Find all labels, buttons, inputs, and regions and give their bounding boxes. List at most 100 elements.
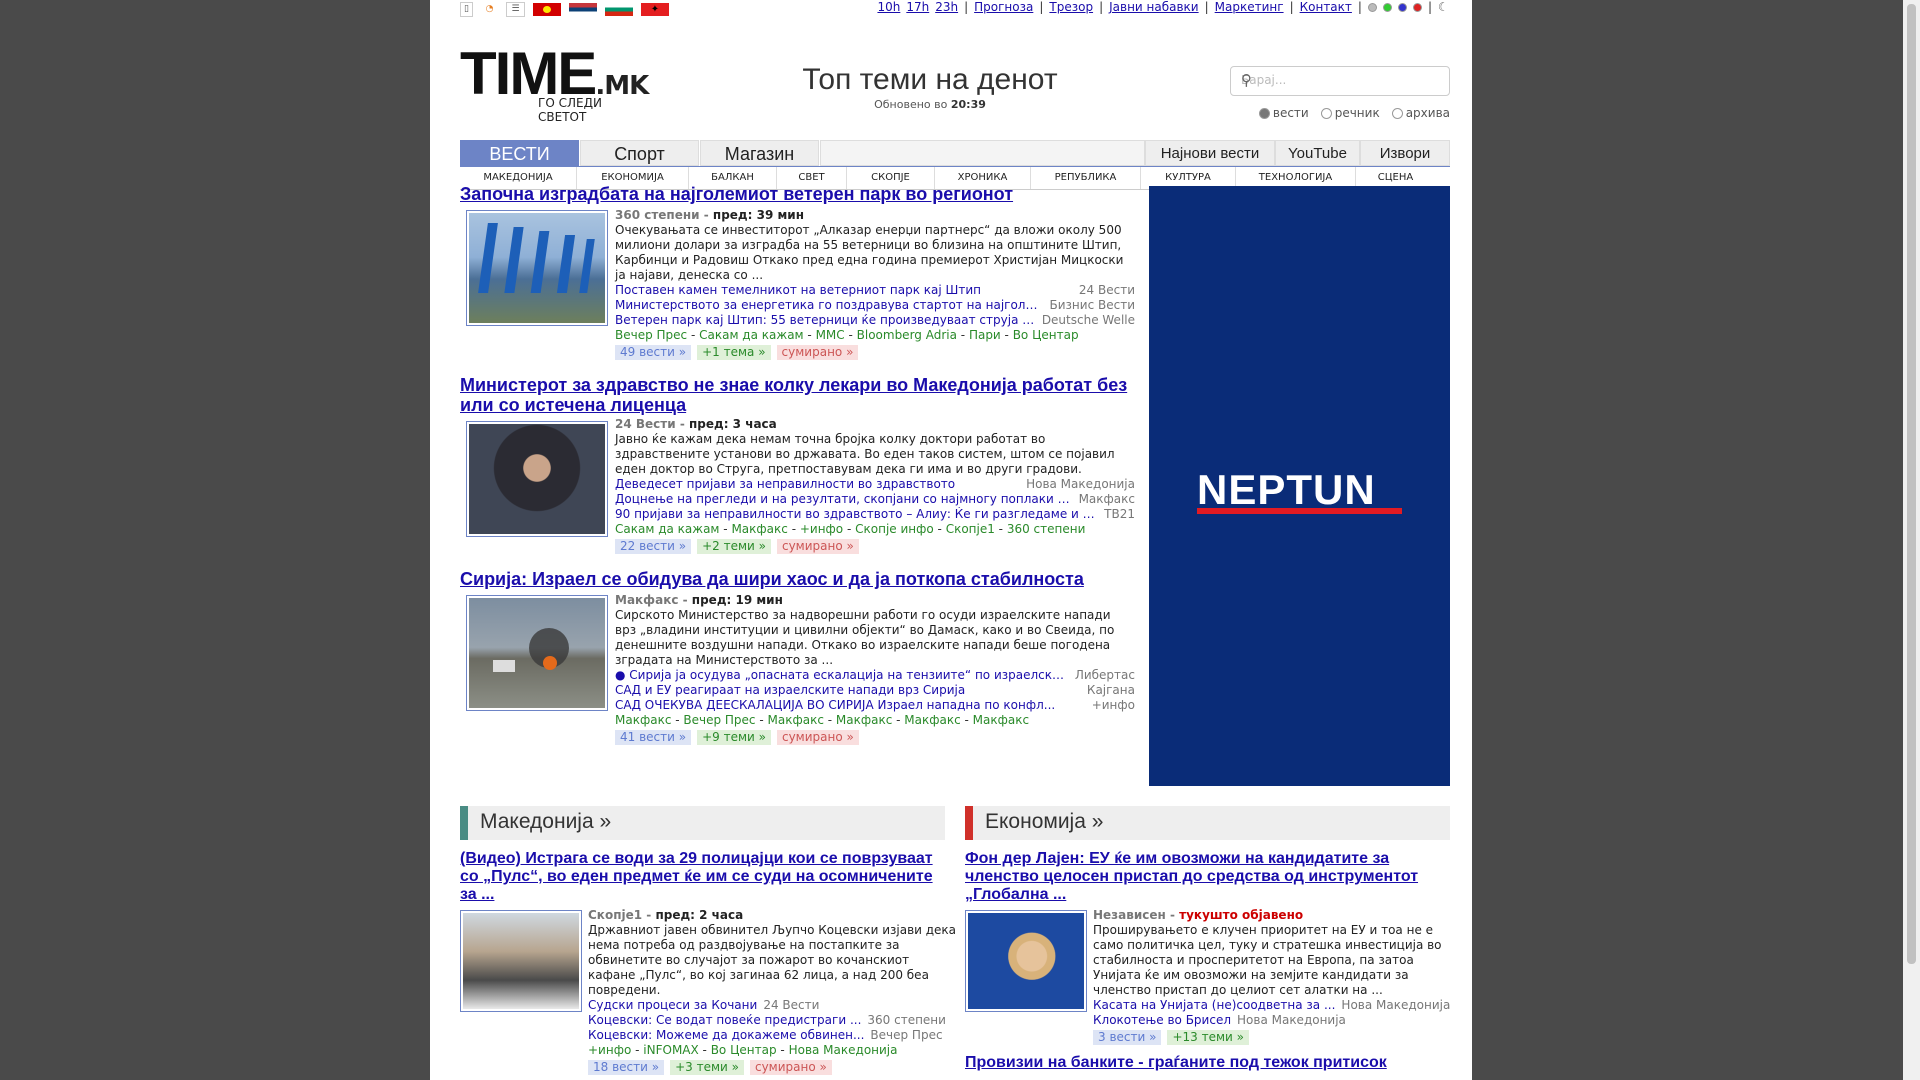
radio-button[interactable] <box>1320 107 1332 119</box>
dark-mode-icon[interactable]: ☾ <box>1438 1 1450 13</box>
story-source[interactable]: 24 Вести <box>615 417 676 431</box>
source-link[interactable]: Вечер Прес <box>615 328 687 342</box>
tab-sport[interactable]: Спорт <box>580 140 699 166</box>
site-logo[interactable]: TIME.MK ГО СЛЕДИ СВЕТОТ <box>460 44 649 125</box>
flag-albania-icon[interactable]: ✦ <box>641 3 669 16</box>
radio-dictionary[interactable]: речник <box>1320 106 1380 120</box>
link-23h[interactable]: 23h <box>935 0 958 14</box>
link-forecast[interactable]: Прогноза <box>974 0 1033 14</box>
source-link[interactable]: Макфакс <box>731 522 787 536</box>
news-count-badge[interactable]: 41 вести » <box>615 730 692 745</box>
summary-badge[interactable]: сумирано » <box>776 730 859 745</box>
source-link[interactable]: Во Центар <box>1013 328 1079 342</box>
source-link[interactable]: Макфакс <box>836 713 892 727</box>
rss-icon[interactable]: ◔ <box>481 3 498 16</box>
related-link[interactable]: Ветерен парк кај Штип: 55 ветерници ќе п… <box>615 313 1036 328</box>
source-link[interactable]: Нова Македонија <box>789 1043 898 1057</box>
tab-news[interactable]: ВЕСТИ <box>460 140 579 166</box>
section-title[interactable]: Економија » <box>985 810 1103 834</box>
scrollbar-thumb[interactable] <box>1907 4 1916 964</box>
story-thumbnail[interactable] <box>466 210 608 326</box>
source-link[interactable]: Во Центар <box>711 1043 777 1057</box>
link-contact[interactable]: Контакт <box>1300 0 1352 14</box>
source-link[interactable]: +инфо <box>588 1043 631 1057</box>
story-headline[interactable]: Министерот за здравство не знае колку ле… <box>460 375 1130 415</box>
source-link[interactable]: Сакам да кажам <box>699 328 803 342</box>
source-link[interactable]: +инфо <box>800 522 843 536</box>
source-link[interactable]: iNFOMAX <box>643 1043 698 1057</box>
color-dot-blue[interactable] <box>1397 2 1407 12</box>
source-link[interactable]: Скопје инфо <box>855 522 934 536</box>
source-link[interactable]: Пари <box>969 328 1001 342</box>
story-source[interactable]: 360 степени <box>615 208 700 222</box>
related-link[interactable]: Клокотење во Брисел <box>1093 1013 1231 1028</box>
source-link[interactable]: Макфакс <box>768 713 824 727</box>
link-marketing[interactable]: Маркетинг <box>1215 0 1284 14</box>
topics-badge[interactable]: +3 теми » <box>670 1060 744 1075</box>
summary-badge[interactable]: сумирано » <box>776 539 859 554</box>
section-source[interactable]: Скопје1 <box>588 908 642 922</box>
story-thumbnail[interactable] <box>466 595 608 711</box>
source-link[interactable]: Bloomberg Adria <box>857 328 957 342</box>
topics-badge[interactable]: +2 теми » <box>697 539 771 554</box>
related-link[interactable]: Коцевски: Можеме да докажеме обвинен... <box>588 1028 864 1043</box>
mobile-icon[interactable]: ▯ <box>460 2 473 17</box>
section-headline[interactable]: (Видео) Истрага се води за 29 полицајци … <box>460 850 945 904</box>
color-dot-grey[interactable] <box>1367 2 1377 12</box>
link-procurement[interactable]: Јавни набавки <box>1109 0 1199 14</box>
advertisement-banner[interactable]: NEPTUN <box>1149 186 1450 786</box>
source-link[interactable]: Сакам да кажам <box>615 522 719 536</box>
section-header[interactable]: Македонија » <box>460 806 945 840</box>
topics-badge[interactable]: +1 тема » <box>697 345 771 360</box>
source-link[interactable]: Макфакс <box>615 713 671 727</box>
radio-archive[interactable]: архива <box>1391 106 1450 120</box>
source-link[interactable]: Вечер Прес <box>683 713 755 727</box>
color-dot-red[interactable] <box>1412 2 1422 12</box>
related-link[interactable]: 90 пријави за неправилности во здравство… <box>615 507 1098 522</box>
tab-youtube[interactable]: YouTube <box>1275 140 1360 166</box>
section-thumbnail[interactable] <box>965 910 1087 1012</box>
search-icon[interactable]: ⚲ <box>1241 71 1439 89</box>
list-icon[interactable]: ☰ <box>506 2 525 17</box>
radio-news[interactable]: вести <box>1258 106 1309 120</box>
related-link[interactable]: Доцнење на прегледи и на резултати, скоп… <box>615 492 1073 507</box>
story-thumbnail[interactable] <box>466 421 608 537</box>
summary-badge[interactable]: сумирано » <box>776 345 859 360</box>
source-link[interactable]: 360 степени <box>1007 522 1086 536</box>
news-count-badge[interactable]: 22 вести » <box>615 539 692 554</box>
source-link[interactable]: Макфакс <box>904 713 960 727</box>
story-headline[interactable]: Сирија: Израел се обидува да шири хаос и… <box>460 569 1130 589</box>
radio-button[interactable] <box>1391 107 1403 119</box>
section-headline[interactable]: Фон дер Лајен: ЕУ ќе им овозможи на канд… <box>965 850 1450 904</box>
source-link[interactable]: Макфакс <box>973 713 1029 727</box>
related-link[interactable]: Деведесет пријави за неправилности во зд… <box>615 477 955 492</box>
story-headline[interactable]: Започна изградбата на најголемиот ветере… <box>460 184 1130 204</box>
flag-bulgaria-icon[interactable] <box>605 3 633 16</box>
link-10h[interactable]: 10h <box>877 0 900 14</box>
related-link[interactable]: Судски процеси за Кочани <box>588 998 757 1013</box>
related-link[interactable]: САД и ЕУ реагираат на израелските напади… <box>615 683 965 698</box>
topics-badge[interactable]: +9 теми » <box>697 730 771 745</box>
news-count-badge[interactable]: 49 вести » <box>615 345 692 360</box>
tab-magazine[interactable]: Магазин <box>700 140 819 166</box>
topics-badge[interactable]: +13 теми » <box>1167 1030 1249 1045</box>
vertical-scrollbar[interactable] <box>1903 0 1920 1080</box>
color-dot-green[interactable] <box>1382 2 1392 12</box>
related-link[interactable]: САД ОЧЕКУВА ДЕЕСКАЛАЦИЈА ВО СИРИЈА Израе… <box>615 698 1055 713</box>
link-17h[interactable]: 17h <box>906 0 929 14</box>
related-link[interactable]: ● Сирија ја осудува „опасната ескалација… <box>615 668 1069 683</box>
section-title[interactable]: Македонија » <box>480 810 611 834</box>
section-thumbnail[interactable] <box>460 910 582 1012</box>
source-link[interactable]: Скопје1 <box>946 522 995 536</box>
link-treasury[interactable]: Трезор <box>1049 0 1093 14</box>
story-source[interactable]: Макфакс <box>615 593 678 607</box>
search-input[interactable]: Барај... ⚲ <box>1230 66 1450 96</box>
radio-button[interactable] <box>1258 107 1270 119</box>
news-count-badge[interactable]: 3 вести » <box>1093 1030 1162 1045</box>
related-link[interactable]: Министерството за енергетика го поздраву… <box>615 298 1044 313</box>
related-link[interactable]: Касата на Унијата (не)соодветна за ... <box>1093 998 1335 1013</box>
related-link[interactable]: Коцевски: Се водат повеќе предистраги ..… <box>588 1013 861 1028</box>
tab-latest-news[interactable]: Најнови вести <box>1145 140 1275 166</box>
related-link[interactable]: Поставен камен темелникот на ветерниот п… <box>615 283 981 298</box>
tab-sources[interactable]: Извори <box>1360 140 1450 166</box>
